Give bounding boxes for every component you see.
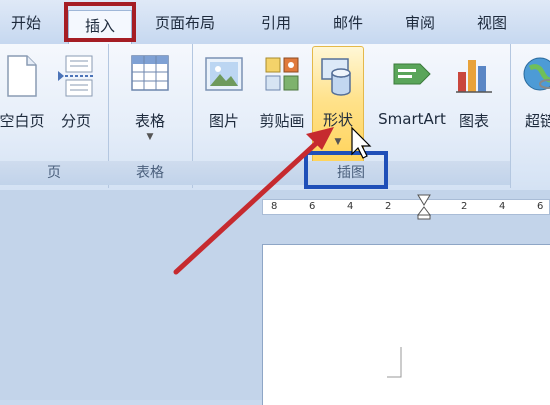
- mouse-cursor-icon: [351, 126, 372, 159]
- red-arrow-icon: [173, 127, 334, 275]
- annotation-overlay: [173, 126, 372, 275]
